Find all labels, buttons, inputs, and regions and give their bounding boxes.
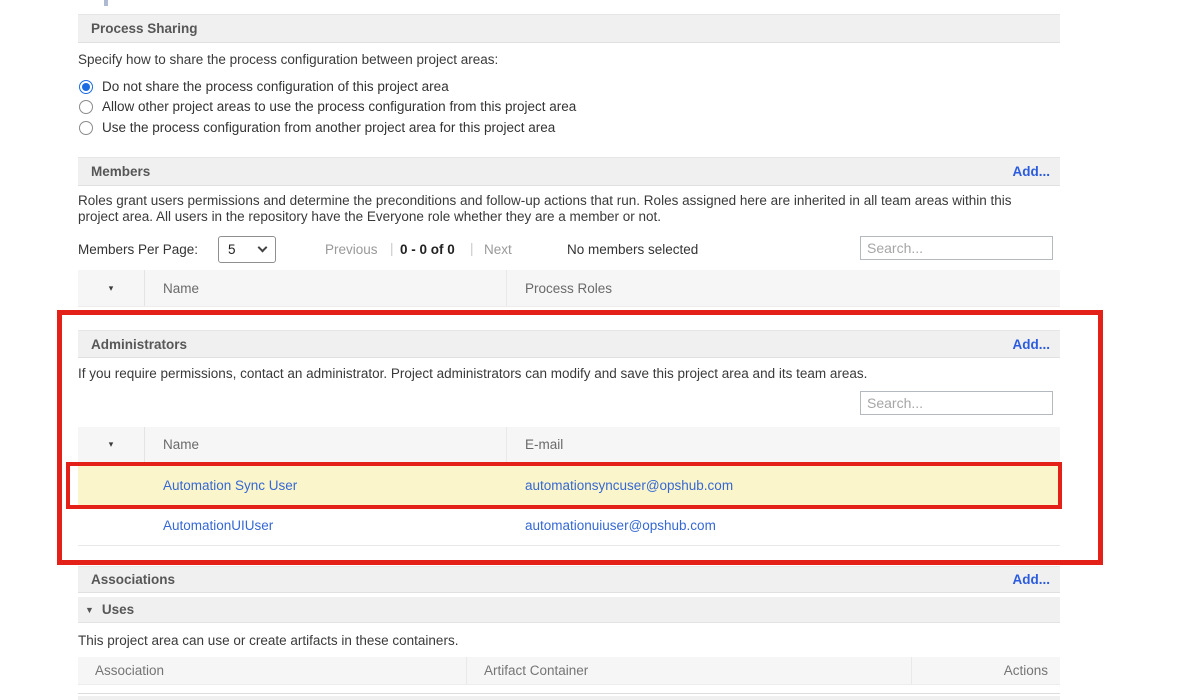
uses-label: Uses (102, 602, 134, 617)
associations-table-header: Association Artifact Container Actions (78, 657, 1060, 685)
radio-label: Allow other project areas to use the pro… (102, 99, 576, 114)
associations-column-association: Association (78, 657, 467, 684)
administrators-column-email: E-mail (507, 427, 1060, 462)
associations-column-artifact-container: Artifact Container (467, 657, 912, 684)
members-column-name: Name (145, 270, 507, 306)
radio-unselected-icon[interactable] (79, 121, 93, 135)
associations-section-header: Associations Add... (78, 566, 1060, 593)
divider (78, 693, 1060, 694)
administrators-column-name: Name (145, 427, 507, 462)
top-edge-fragment (104, 0, 108, 6)
radio-unselected-icon[interactable] (79, 100, 93, 114)
radio-option-allow-others[interactable]: Allow other project areas to use the pro… (79, 99, 576, 114)
members-table-header: ▾ Name Process Roles (78, 270, 1060, 307)
members-search-input[interactable] (860, 236, 1053, 260)
administrators-title: Administrators (91, 337, 187, 352)
collapse-triangle-icon: ▼ (85, 605, 94, 615)
dropdown-arrow-icon: ▾ (109, 283, 114, 294)
pagination-separator: | (470, 241, 474, 256)
members-per-page-value: 5 (228, 242, 236, 257)
associations-title: Associations (91, 572, 175, 587)
process-sharing-instruction: Specify how to share the process configu… (78, 52, 498, 68)
radio-label: Do not share the process configuration o… (102, 79, 449, 94)
radio-selected-icon[interactable] (79, 80, 93, 94)
previous-page-button[interactable]: Previous (325, 242, 378, 257)
chevron-down-icon (258, 243, 268, 253)
administrators-search-input[interactable] (860, 391, 1053, 415)
administrator-name-link[interactable]: AutomationUIUser (163, 518, 273, 533)
radio-label: Use the process configuration from anoth… (102, 120, 555, 135)
members-add-button[interactable]: Add... (1013, 164, 1051, 179)
members-per-page-select[interactable]: 5 (218, 236, 276, 263)
administrators-add-button[interactable]: Add... (1013, 337, 1051, 352)
members-description: Roles grant users permissions and determ… (78, 193, 1043, 225)
administrators-section-header: Administrators Add... (78, 330, 1060, 358)
members-title: Members (91, 164, 150, 179)
uses-collapse-toggle[interactable]: ▼ Uses (78, 597, 1060, 623)
associations-add-button[interactable]: Add... (1013, 572, 1051, 587)
administrators-table-menu-button[interactable]: ▾ (78, 427, 145, 462)
associations-description: This project area can use or create arti… (78, 633, 458, 649)
pagination-separator: | (390, 241, 394, 256)
process-sharing-section-header: Process Sharing (78, 14, 1060, 43)
next-page-button[interactable]: Next (484, 242, 512, 257)
members-table-menu-button[interactable]: ▾ (78, 270, 145, 306)
pagination-range: 0 - 0 of 0 (400, 242, 455, 257)
radio-option-use-another[interactable]: Use the process configuration from anoth… (79, 120, 555, 135)
administrator-name-link[interactable]: Automation Sync User (163, 478, 297, 493)
radio-option-do-not-share[interactable]: Do not share the process configuration o… (79, 79, 449, 94)
members-column-process-roles: Process Roles (507, 270, 1060, 306)
administrator-email-link[interactable]: automationsyncuser@opshub.com (525, 478, 733, 493)
dropdown-arrow-icon: ▾ (109, 439, 114, 450)
administrators-description: If you require permissions, contact an a… (78, 366, 1060, 382)
members-selection-status: No members selected (567, 242, 698, 257)
administrator-row-highlighted[interactable]: Automation Sync User automationsyncuser@… (78, 464, 1060, 506)
administrator-email-link[interactable]: automationuiuser@opshub.com (525, 518, 716, 533)
administrators-table-header: ▾ Name E-mail (78, 427, 1060, 463)
associations-column-actions: Actions (912, 657, 1060, 684)
process-sharing-title: Process Sharing (91, 21, 198, 36)
members-section-header: Members Add... (78, 157, 1060, 186)
next-row-partial (78, 696, 1060, 700)
administrator-row[interactable]: AutomationUIUser automationuiuser@opshub… (78, 506, 1060, 546)
members-per-page-label: Members Per Page: (78, 242, 198, 257)
